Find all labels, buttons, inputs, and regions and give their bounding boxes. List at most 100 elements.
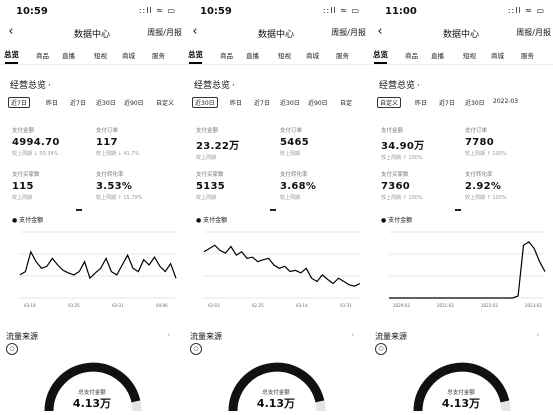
tab-0[interactable]: 总览 [188, 49, 203, 64]
date-filter-option[interactable]: 近7日 [70, 98, 86, 107]
info-icon[interactable]: · [232, 81, 235, 91]
date-filter-option[interactable]: 昨日 [46, 98, 58, 107]
period-report-button[interactable]: 周报/月报 [147, 27, 182, 38]
metric-change: 较上周期 [12, 195, 33, 201]
date-filter-bar: 自定义 昨日 近7日 近30日 2022-03 [377, 97, 549, 110]
tab-3[interactable]: 短视 [463, 50, 476, 60]
status-time: 10:59 [200, 6, 232, 17]
signal-wifi-battery-icon: ::ll ≈ ▭ [507, 6, 545, 15]
trend-chart: 2020-03 2021-03 2022-03 2023-03 [389, 231, 546, 308]
tab-0[interactable]: 总览 [4, 49, 19, 64]
date-filter-option[interactable]: 近90日 [308, 98, 328, 107]
metric-value: 5465 [280, 137, 310, 148]
x-tick-label: 2022-03 [481, 303, 498, 308]
tab-2[interactable]: 直播 [62, 50, 75, 60]
metric-card[interactable]: 支付买家数 7360 较上周期 ↑ 100% [381, 170, 461, 201]
metric-label: 支付订单 [96, 128, 119, 134]
tab-1[interactable]: 商品 [36, 50, 49, 60]
tab-5[interactable]: 服务 [336, 50, 349, 60]
tab-1[interactable]: 商品 [405, 50, 418, 60]
tab-3[interactable]: 短视 [278, 50, 291, 60]
metric-change: 较上周期 ↑ 100% [381, 155, 423, 161]
metric-value: 7360 [381, 181, 411, 192]
chevron-right-icon[interactable]: › [167, 331, 170, 339]
date-filter-option[interactable]: 自定义 [156, 98, 174, 107]
date-range-selector[interactable]: 近7日 [8, 97, 30, 108]
tab-5[interactable]: 服务 [152, 50, 165, 60]
metric-card[interactable]: 支付订单 7780 较上周期 ↑ 100% [465, 126, 545, 157]
metric-value: 115 [12, 181, 34, 192]
traffic-source-label: 流量来源 [375, 332, 407, 341]
page-indicator [270, 209, 276, 211]
date-filter-option[interactable]: 近90日 [124, 98, 144, 107]
metric-card[interactable]: 支付金额 23.22万 较上周期 [196, 126, 276, 161]
x-tick-label: 2023-03 [525, 303, 542, 308]
trend-chart: 03-19 03-25 03-31 04-06 [19, 231, 177, 308]
date-filter-option[interactable]: 昨日 [230, 98, 242, 107]
date-filter-option[interactable]: 自定 [340, 98, 352, 107]
chevron-right-icon[interactable]: › [536, 331, 539, 339]
metric-label: 支付转化率 [465, 172, 493, 178]
tab-4[interactable]: 商城 [491, 50, 504, 60]
wechat-icon: ○ [190, 343, 202, 355]
metric-value: 3.68% [280, 181, 317, 192]
metric-card[interactable]: 支付买家数 115 较上周期 [12, 170, 92, 201]
date-filter-option[interactable]: 近30日 [465, 98, 485, 107]
tab-2[interactable]: 直播 [431, 50, 444, 60]
chart-series-line [203, 244, 361, 287]
date-filter-option[interactable]: 昨日 [415, 98, 427, 107]
tab-3[interactable]: 短视 [94, 50, 107, 60]
metric-value: 5135 [196, 181, 226, 192]
metric-value: 4994.70 [12, 137, 60, 148]
tab-2[interactable]: 直播 [246, 50, 259, 60]
tab-5[interactable]: 服务 [521, 50, 534, 60]
status-time: 10:59 [16, 6, 48, 17]
traffic-source-label: 流量来源 [6, 332, 38, 341]
metric-change: 较上周期 ↑ 100% [465, 151, 507, 157]
metric-label: 支付转化率 [96, 172, 124, 178]
metric-value: 34.90万 [381, 141, 425, 152]
tab-4[interactable]: 商城 [306, 50, 319, 60]
metric-card[interactable]: 支付订单 117 较上周期 ↓ 41.7% [96, 126, 176, 157]
metric-card[interactable]: 支付转化率 3.68% 较上周期 [280, 170, 360, 201]
date-range-selector[interactable]: 自定义 [377, 97, 402, 108]
wechat-icon: ○ [375, 343, 387, 355]
chevron-right-icon[interactable]: › [351, 331, 354, 339]
chart-legend: ● 支付金额 [12, 215, 43, 224]
date-filter-option[interactable]: 近30日 [280, 98, 300, 107]
metric-card[interactable]: 支付转化率 2.92% 较上周期 ↑ 100% [465, 170, 545, 201]
trend-chart: 02-03 02-25 03-14 03-31 [203, 231, 361, 308]
metric-card[interactable]: 支付订单 5465 较上周期 [280, 126, 360, 157]
period-report-button[interactable]: 周报/月报 [516, 27, 551, 38]
screen-panel-2: 10:59 ::ll ≈ ▭ ‹ 数据中心 周报/月报 总览 商品 直播 短视 商城 服务… [184, 0, 368, 415]
tab-4[interactable]: 商城 [122, 50, 135, 60]
x-tick-label: 2021-03 [437, 303, 454, 308]
metric-label: 支付订单 [280, 128, 303, 134]
section-title-text: 经营总览 [379, 81, 416, 91]
signal-wifi-battery-icon: ::ll ≈ ▭ [138, 6, 176, 15]
date-filter-option[interactable]: 近7日 [439, 98, 455, 107]
legend-label: 支付金额 [203, 217, 228, 224]
info-icon[interactable]: · [48, 81, 51, 91]
page-indicator [76, 209, 82, 211]
metric-change: 较上周期 ↑ 100% [465, 195, 507, 201]
metric-change: 较上周期 [196, 195, 217, 201]
date-filter-option[interactable]: 2022-03 [493, 98, 518, 105]
date-filter-option[interactable]: 近30日 [96, 98, 116, 107]
metric-card[interactable]: 支付金额 4994.70 较上周期 ↓ 50.34% [12, 126, 92, 157]
tab-0[interactable]: 总览 [373, 49, 388, 64]
metric-label: 支付订单 [465, 128, 488, 134]
metric-card[interactable]: 支付转化率 3.53% 较上周期 ↑ 15.79% [96, 170, 176, 201]
gauge-value: 4.13万 [441, 397, 481, 410]
metric-label: 支付金额 [12, 128, 35, 134]
metric-card[interactable]: 支付金额 34.90万 较上周期 ↑ 100% [381, 126, 461, 161]
period-report-button[interactable]: 周报/月报 [331, 27, 366, 38]
date-range-selector[interactable]: 近30日 [192, 97, 218, 108]
tab-1[interactable]: 商品 [220, 50, 233, 60]
date-filter-bar: 近30日 昨日 近7日 近30日 近90日 自定 [192, 97, 364, 110]
nav-bar: ‹ 数据中心 周报/月报 [369, 22, 553, 44]
metric-label: 支付买家数 [12, 172, 40, 178]
metric-card[interactable]: 支付买家数 5135 较上周期 [196, 170, 276, 201]
info-icon[interactable]: · [417, 81, 420, 91]
date-filter-option[interactable]: 近7日 [254, 98, 270, 107]
